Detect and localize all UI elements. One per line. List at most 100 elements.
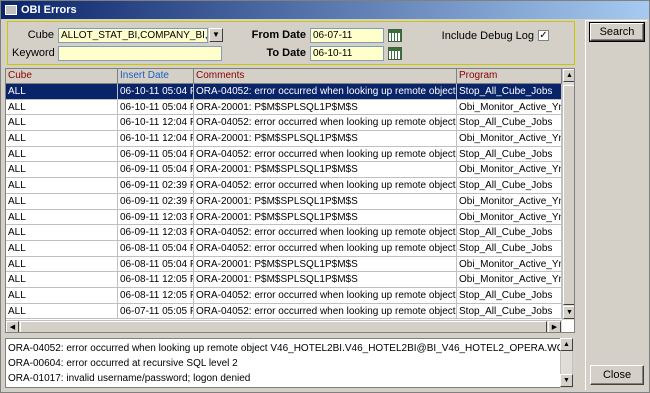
side-button-panel: Search Close <box>585 20 647 390</box>
cell-insert-date: 06-10-11 12:04 PM <box>118 131 194 147</box>
table-row[interactable]: ALL06-10-11 12:04 PMORA-04052: error occ… <box>6 115 562 132</box>
cell-insert-date: 06-09-11 02:39 PM <box>118 178 194 194</box>
cell-insert-date: 06-09-11 05:04 PM <box>118 146 194 163</box>
chevron-up-icon: ▲ <box>563 341 570 348</box>
from-date-label: From Date <box>251 29 306 41</box>
table-row[interactable]: ALL06-10-11 12:04 PMORA-20001: P$M$SPLSQ… <box>6 131 562 147</box>
column-header-program[interactable]: Program <box>457 69 562 84</box>
table-row[interactable]: ALL06-09-11 05:04 PMORA-04052: error occ… <box>6 146 562 163</box>
cell-insert-date: 06-10-11 05:04 PM <box>118 99 194 116</box>
column-header-cube[interactable]: Cube <box>6 69 118 84</box>
cell-program: Stop_All_Cube_Jobs <box>457 84 562 100</box>
table-row[interactable]: ALL06-08-11 12:05 PMORA-20001: P$M$SPLSQ… <box>6 272 562 288</box>
obi-errors-window: OBI Errors Cube ALLOT_STAT_BI,COMPANY_BI… <box>0 0 650 393</box>
cell-cube: ALL <box>6 225 118 241</box>
cell-comments: ORA-04052: error occurred when looking u… <box>194 287 457 304</box>
from-date-calendar-icon[interactable] <box>388 29 402 42</box>
cell-comments: ORA-04052: error occurred when looking u… <box>194 84 457 100</box>
cell-program: Obi_Monitor_Active_Yn <box>457 99 562 116</box>
title-bar: OBI Errors <box>1 1 649 19</box>
details-scroll-up-button[interactable]: ▲ <box>560 338 573 351</box>
debug-log-checkbox[interactable]: ✓ <box>538 30 549 41</box>
scroll-down-button[interactable]: ▼ <box>563 306 574 319</box>
column-header-comments[interactable]: Comments <box>194 69 457 84</box>
table-row[interactable]: ALL06-08-11 12:05 PMORA-04052: error occ… <box>6 287 562 304</box>
debug-log-label: Include Debug Log <box>441 30 534 42</box>
chevron-up-icon: ▲ <box>566 72 573 79</box>
table-row[interactable]: ALL06-10-11 05:04 PMORA-20001: P$M$SPLSQ… <box>6 99 562 116</box>
table-row[interactable]: ALL06-07-11 05:05 PMORA-04052: error occ… <box>6 303 562 320</box>
grid-horizontal-scrollbar[interactable]: ◀ ▶ <box>6 320 562 332</box>
table-row[interactable]: ALL06-09-11 12:03 PMORA-20001: P$M$SPLSQ… <box>6 209 562 226</box>
column-header-insert-date[interactable]: Insert Date <box>118 69 194 84</box>
details-scroll-down-button[interactable]: ▼ <box>560 374 573 387</box>
to-date-field[interactable]: 06-10-11 <box>310 46 384 61</box>
cell-comments: ORA-04052: error occurred when looking u… <box>194 178 457 194</box>
chevron-right-icon: ▶ <box>551 324 558 331</box>
cell-program: Stop_All_Cube_Jobs <box>457 287 562 304</box>
table-row[interactable]: ALL06-09-11 02:39 PMORA-04052: error occ… <box>6 178 562 194</box>
cell-comments: ORA-20001: P$M$SPLSQL1P$M$S <box>194 131 457 147</box>
vertical-scroll-thumb[interactable] <box>563 85 574 305</box>
keyword-field[interactable] <box>58 46 222 61</box>
cell-insert-date: 06-09-11 12:03 PM <box>118 209 194 226</box>
cube-label: Cube <box>27 29 54 41</box>
details-line: ORA-04052: error occurred when looking u… <box>8 343 561 354</box>
errors-grid: Cube Insert Date Comments Program ALL 06-… <box>5 68 575 333</box>
cell-program: Stop_All_Cube_Jobs <box>457 146 562 163</box>
cell-cube: ALL <box>6 99 118 116</box>
grid-vertical-scrollbar[interactable]: ▲ ▼ <box>562 69 574 320</box>
cell-comments: ORA-04052: error occurred when looking u… <box>194 146 457 163</box>
cell-comments: ORA-04052: error occurred when looking u… <box>194 303 457 320</box>
cell-comments: ORA-04052: error occurred when looking u… <box>194 240 457 257</box>
scroll-right-button[interactable]: ▶ <box>548 321 561 332</box>
table-row[interactable]: ALL06-09-11 02:39 PMORA-20001: P$M$SPLSQ… <box>6 193 562 210</box>
cell-cube: ALL <box>6 84 118 100</box>
cell-cube: ALL <box>6 131 118 147</box>
cell-comments: ORA-20001: P$M$SPLSQL1P$M$S <box>194 99 457 116</box>
cell-comments: ORA-20001: P$M$SPLSQL1P$M$S <box>194 256 457 273</box>
table-row[interactable]: ALL06-08-11 05:04 PMORA-20001: P$M$SPLSQ… <box>6 256 562 273</box>
cell-cube: ALL <box>6 287 118 304</box>
cell-comments: ORA-04052: error occurred when looking u… <box>194 115 457 132</box>
to-date-label: To Date <box>266 47 306 59</box>
cell-cube: ALL <box>6 240 118 257</box>
cell-program: Obi_Monitor_Active_Yn <box>457 272 562 288</box>
cell-insert-date: 06-09-11 12:03 PM <box>118 225 194 241</box>
cell-program: Obi_Monitor_Active_Yn <box>457 256 562 273</box>
cell-program: Obi_Monitor_Active_Yn <box>457 209 562 226</box>
details-line: ORA-00604: error occurred at recursive S… <box>8 358 238 369</box>
cell-insert-date: 06-10-11 12:04 PM <box>118 115 194 132</box>
cell-program: Stop_All_Cube_Jobs <box>457 240 562 257</box>
cell-comments: ORA-04052: error occurred when looking u… <box>194 225 457 241</box>
table-row[interactable]: ALL06-08-11 05:04 PMORA-04052: error occ… <box>6 240 562 257</box>
cube-field[interactable]: ALLOT_STAT_BI,COMPANY_BI,DAIL <box>58 28 208 43</box>
cell-insert-date: 06-08-11 12:05 PM <box>118 287 194 304</box>
scroll-left-button[interactable]: ◀ <box>6 321 19 332</box>
details-scrollbar[interactable]: ▲ ▼ <box>560 338 573 388</box>
cell-insert-date: 06-08-11 12:05 PM <box>118 272 194 288</box>
scroll-up-button[interactable]: ▲ <box>563 69 574 82</box>
cell-cube: ALL <box>6 272 118 288</box>
to-date-calendar-icon[interactable] <box>388 47 402 60</box>
cell-comments: ORA-20001: P$M$SPLSQL1P$M$S <box>194 193 457 210</box>
cell-program: Obi_Monitor_Active_Yn <box>457 131 562 147</box>
cell-insert-date: 06-08-11 05:04 PM <box>118 240 194 257</box>
from-date-field[interactable]: 06-07-11 <box>310 28 384 43</box>
grid-body: ALL06-10-11 05:04 PMORA-04052: error occ… <box>6 84 562 320</box>
error-details-pane[interactable]: ORA-04052: error occurred when looking u… <box>5 338 561 388</box>
cube-dropdown-button[interactable]: ▼ <box>209 28 223 42</box>
table-row[interactable]: ALL06-09-11 12:03 PMORA-04052: error occ… <box>6 225 562 241</box>
window-title: OBI Errors <box>21 4 77 16</box>
cell-cube: ALL <box>6 115 118 132</box>
table-row[interactable]: ALL06-10-11 05:04 PMORA-04052: error occ… <box>6 84 562 100</box>
table-row[interactable]: ALL06-09-11 05:04 PMORA-20001: P$M$SPLSQ… <box>6 162 562 179</box>
cell-program: Stop_All_Cube_Jobs <box>457 225 562 241</box>
window-icon <box>5 5 17 15</box>
close-button[interactable]: Close <box>590 365 644 385</box>
horizontal-scroll-thumb[interactable] <box>20 321 547 332</box>
grid-header: Cube Insert Date Comments Program <box>6 69 562 84</box>
cell-cube: ALL <box>6 146 118 163</box>
keyword-label: Keyword <box>12 47 55 59</box>
search-button[interactable]: Search <box>589 22 645 42</box>
